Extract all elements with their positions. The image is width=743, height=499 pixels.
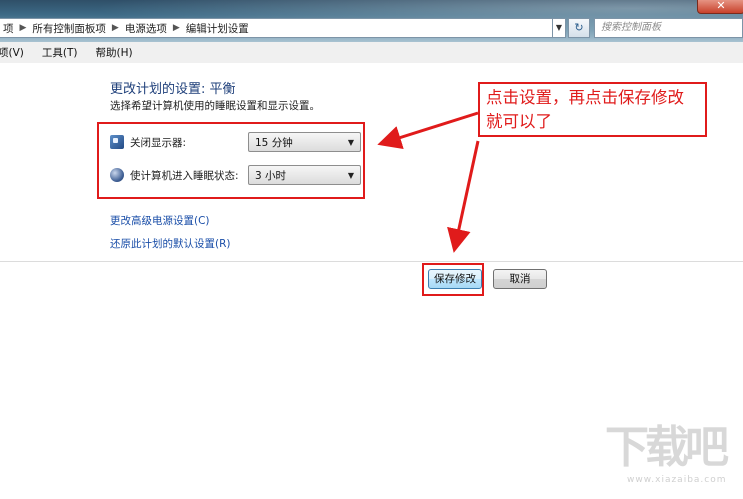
breadcrumb-item[interactable]: 编辑计划设置	[186, 21, 249, 36]
address-bar[interactable]: 项 ▶ 所有控制面板项 ▶ 电源选项 ▶ 编辑计划设置	[0, 18, 558, 38]
watermark-text: 下载吧	[605, 422, 729, 473]
window-close-button[interactable]: ✕	[697, 0, 743, 14]
breadcrumb-item[interactable]: 电源选项	[125, 21, 167, 36]
breadcrumb-separator-icon: ▶	[19, 23, 27, 33]
menu-tools[interactable]: 工具(T)	[42, 45, 78, 60]
arrow-to-settings-icon	[377, 111, 479, 150]
arrow-to-save-icon	[447, 140, 480, 253]
watermark-subtext: www.xiazaiba.com	[627, 475, 727, 485]
refresh-button[interactable]: ↻	[568, 18, 590, 38]
menu-help[interactable]: 帮助(H)	[96, 45, 133, 60]
breadcrumb-separator-icon: ▶	[172, 23, 180, 33]
address-dropdown-icon[interactable]: ▼	[552, 18, 566, 38]
menu-view[interactable]: 项(V)	[0, 45, 24, 60]
search-input[interactable]: 搜索控制面板	[594, 18, 743, 38]
menu-bar: 项(V) 工具(T) 帮助(H)	[0, 42, 743, 64]
watermark-logo: 下载吧 www.xiazaiba.com	[605, 418, 741, 496]
breadcrumb-separator-icon: ▶	[111, 23, 119, 33]
breadcrumb-item[interactable]: 所有控制面板项	[32, 21, 106, 36]
breadcrumb-item[interactable]: 项	[3, 21, 14, 36]
